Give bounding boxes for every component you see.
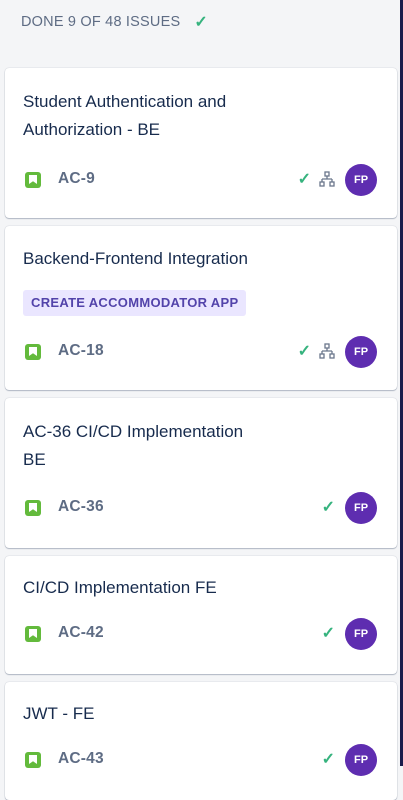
card-footer: AC-42 ✓ FP (25, 618, 377, 650)
card-title: CI/CD Implementation FE (23, 578, 217, 597)
story-icon (25, 172, 41, 188)
issue-card[interactable]: Backend-Frontend Integration CREATE ACCO… (5, 226, 397, 390)
done-check-icon: ✓ (297, 343, 311, 360)
card-footer: AC-9 ✓ FP (25, 164, 377, 196)
issue-key[interactable]: AC-9 (58, 170, 95, 188)
issue-key[interactable]: AC-42 (58, 624, 104, 642)
issue-card[interactable]: CI/CD Implementation FE AC-42 ✓ FP (5, 556, 397, 674)
issue-card[interactable]: JWT - FE AC-43 ✓ FP (5, 682, 397, 800)
done-check-icon: ✓ (321, 625, 335, 642)
card-footer: AC-36 ✓ FP (25, 492, 377, 524)
card-title: JWT - FE (23, 704, 95, 723)
card-footer: AC-18 ✓ FP (25, 336, 377, 368)
assignee-avatar[interactable]: FP (345, 164, 377, 196)
story-icon (25, 626, 41, 642)
assignee-avatar[interactable]: FP (345, 744, 377, 776)
assignee-avatar[interactable]: FP (345, 492, 377, 524)
issue-card[interactable]: AC-36 CI/CD Implementation BE AC-36 ✓ FP (5, 398, 397, 548)
done-column: DONE 9 OF 48 ISSUES ✓ Student Authentica… (0, 0, 400, 800)
assignee-avatar[interactable]: FP (345, 618, 377, 650)
story-icon (25, 344, 41, 360)
card-title: AC-36 CI/CD Implementation BE (23, 422, 244, 469)
issue-key[interactable]: AC-43 (58, 750, 104, 768)
card-footer: AC-43 ✓ FP (25, 744, 377, 776)
issue-key[interactable]: AC-18 (58, 342, 104, 360)
epic-label[interactable]: CREATE ACCOMMODATOR APP (23, 290, 247, 316)
assignee-avatar[interactable]: FP (345, 336, 377, 368)
check-icon: ✓ (194, 14, 208, 31)
done-check-icon: ✓ (297, 171, 311, 188)
done-check-icon: ✓ (321, 751, 335, 768)
done-check-icon: ✓ (321, 499, 335, 516)
subtask-icon (319, 171, 335, 187)
story-icon (25, 500, 41, 516)
card-title: Backend-Frontend Integration (23, 249, 248, 268)
subtask-icon (319, 343, 335, 359)
card-title: Student Authentication and Authorization… (23, 92, 227, 139)
issue-key[interactable]: AC-36 (58, 498, 104, 516)
issue-card[interactable]: Student Authentication and Authorization… (5, 68, 397, 218)
column-header-label: DONE 9 OF 48 ISSUES (21, 14, 181, 30)
column-header: DONE 9 OF 48 ISSUES ✓ (0, 0, 400, 44)
